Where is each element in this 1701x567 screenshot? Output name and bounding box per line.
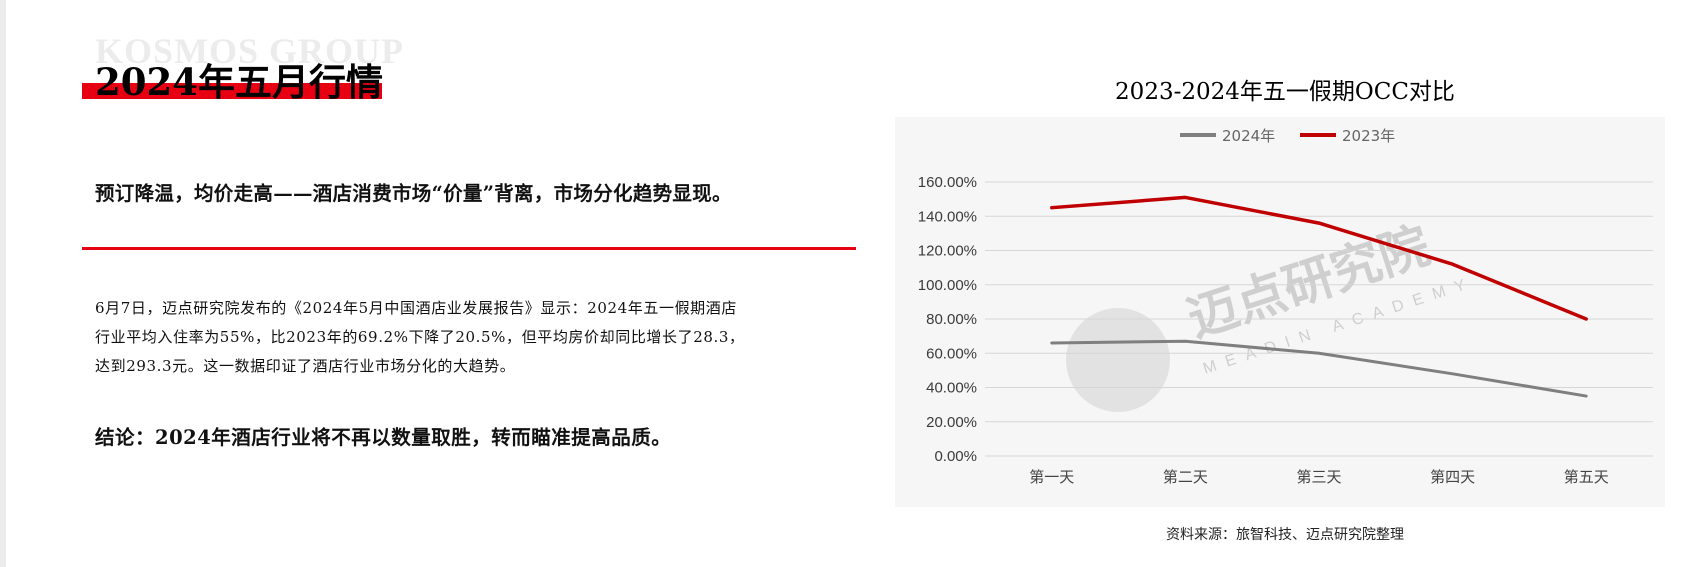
y-tick-label: 140.00% xyxy=(918,208,977,225)
body-paragraph: 6月7日，迈点研究院发布的《2024年5月中国酒店业发展报告》显示：2024年五… xyxy=(95,294,845,381)
headline: 预订降温，均价走高——酒店消费市场“价量”背离，市场分化趋势显现。 xyxy=(95,182,732,205)
page-title: 2024年五月行情 xyxy=(95,60,383,104)
x-tick-label: 第五天 xyxy=(1564,468,1609,486)
y-tick-label: 60.00% xyxy=(926,345,977,362)
left-edge-rule xyxy=(0,0,6,567)
y-tick-label: 120.00% xyxy=(918,243,977,260)
y-tick-label: 20.00% xyxy=(926,414,977,431)
body-line: 6月7日，迈点研究院发布的《2024年5月中国酒店业发展报告》显示：2024年五… xyxy=(95,299,737,317)
x-tick-label: 第三天 xyxy=(1296,468,1341,486)
x-tick-label: 第一天 xyxy=(1029,468,1074,486)
conclusion: 结论：2024年酒店行业将不再以数量取胜，转而瞄准提高品质。 xyxy=(95,426,672,449)
y-tick-label: 80.00% xyxy=(926,311,977,328)
watermark-logo-icon xyxy=(1066,308,1170,412)
y-tick-label: 160.00% xyxy=(918,174,977,191)
legend-label: 2024年 xyxy=(1222,127,1275,145)
chart-source: 资料来源：旅智科技、迈点研究院整理 xyxy=(1166,527,1404,543)
y-tick-label: 0.00% xyxy=(934,448,977,465)
x-tick-label: 第二天 xyxy=(1163,468,1208,486)
body-line: 行业平均入住率为55%，比2023年的69.2%下降了20.5%，但平均房价却同… xyxy=(95,328,745,346)
legend-label: 2023年 xyxy=(1342,127,1395,145)
y-tick-label: 100.00% xyxy=(918,277,977,294)
chart-title: 2023-2024年五一假期OCC对比 xyxy=(1115,79,1455,105)
occ-line-chart: 迈点研究院MEADIN ACADEMY0.00%20.00%40.00%60.0… xyxy=(895,117,1665,507)
y-tick-label: 40.00% xyxy=(926,380,977,397)
red-divider xyxy=(82,247,856,250)
body-line: 达到293.3元。这一数据印证了酒店行业市场分化的大趋势。 xyxy=(95,357,516,375)
x-tick-label: 第四天 xyxy=(1430,468,1475,486)
